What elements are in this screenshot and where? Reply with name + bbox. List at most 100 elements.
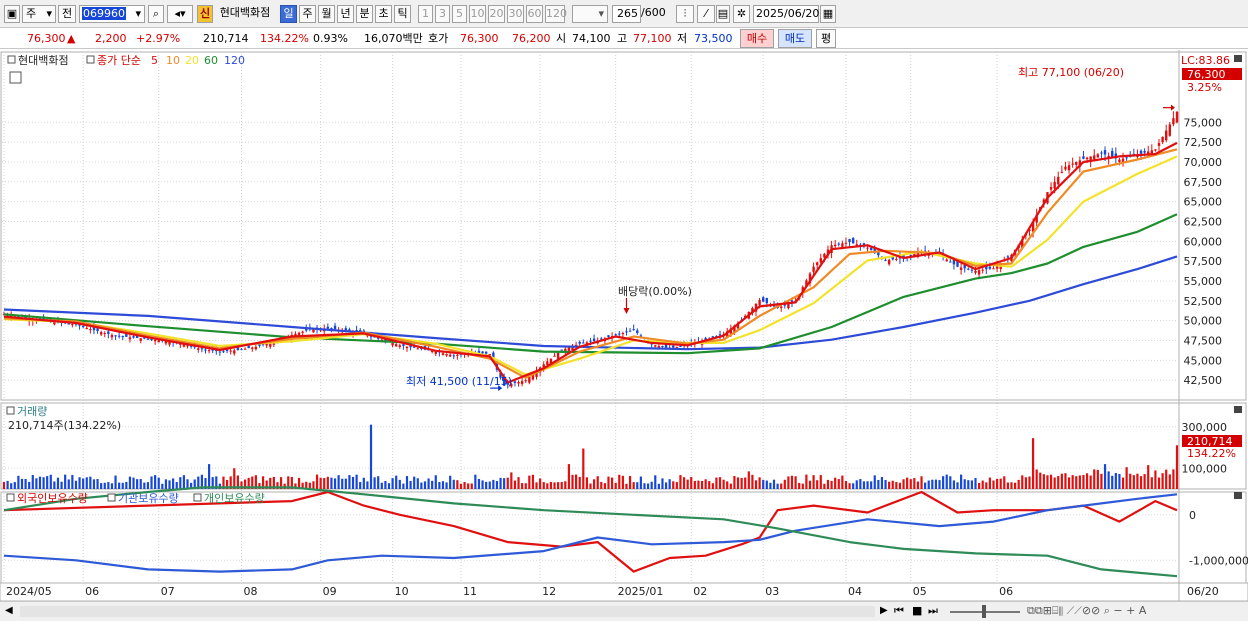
horizontal-scrollbar[interactable] — [20, 606, 875, 617]
volume-bar — [405, 476, 409, 489]
volume-bar — [1031, 438, 1035, 489]
volume-bar — [6, 480, 9, 489]
period-tab-3[interactable]: 년 — [337, 5, 354, 23]
search-icon[interactable]: ⌕ — [148, 5, 164, 23]
volume-bar — [107, 482, 110, 489]
candle-body — [344, 328, 348, 331]
layout-icons[interactable]: ⧉⧉⊞⌸⫴ ⟋⟋⊘⊘ ⌕ − + A — [1027, 604, 1146, 618]
prev-button[interactable]: 전 — [58, 5, 76, 23]
turnover: 0.93% — [313, 32, 348, 45]
period-tab-5[interactable]: 초 — [375, 5, 392, 23]
save-icon[interactable]: ▤ — [716, 5, 730, 23]
interval-tab-1[interactable]: 1 — [418, 5, 433, 23]
stock-code-input[interactable]: 069960 ▾ — [79, 5, 145, 23]
period-tab-0[interactable]: 일 — [280, 5, 297, 23]
high-annotation: 최고 77,100 (06/20) — [1018, 66, 1124, 79]
volume-bar — [524, 483, 527, 489]
volume-bar — [1078, 475, 1081, 489]
buy-button[interactable]: 매수 — [740, 29, 774, 48]
volume-bar — [315, 474, 319, 489]
speaker-icon[interactable]: ◂▾ — [167, 5, 193, 23]
chart-area[interactable]: 42,500 45,000 47,500 50,000 52,500 55,000 57,5… — [0, 50, 1248, 602]
interval-tab-20[interactable]: 20 — [488, 5, 505, 23]
type-select[interactable]: 주 ▾ — [22, 5, 56, 23]
candle-body — [1064, 166, 1067, 170]
scroll-right-icon[interactable]: ▶ — [880, 605, 888, 616]
candle-body — [815, 262, 819, 266]
volume-bar — [1121, 477, 1125, 489]
volume-bar — [330, 477, 333, 489]
rewind-icon[interactable]: ⏮ — [894, 604, 904, 618]
last-pct-tag: 3.25% — [1187, 81, 1222, 94]
gear-icon[interactable]: ✲ — [733, 5, 750, 23]
volume-bar — [729, 483, 732, 489]
volume-bar — [150, 476, 153, 489]
volume-bar — [693, 480, 696, 489]
volume-bar — [506, 477, 509, 489]
candle-type-icon[interactable]: ⫶ — [676, 5, 694, 23]
indicator-list-icon[interactable] — [9, 71, 22, 84]
volume-bar — [880, 477, 884, 489]
period-tab-4[interactable]: 분 — [356, 5, 373, 23]
period-tab-6[interactable]: 틱 — [394, 5, 411, 23]
volume-bar — [423, 481, 427, 489]
volume-bar — [1028, 476, 1031, 489]
window-menu-icon[interactable]: ▣ — [4, 5, 20, 23]
interval-dropdown[interactable]: ▾ — [572, 5, 608, 23]
fast-forward-icon[interactable]: ⏭ — [928, 604, 938, 618]
candle-body — [394, 344, 398, 347]
date-input[interactable]: 2025/06/20 — [753, 5, 819, 23]
period-tab-1[interactable]: 주 — [299, 5, 316, 23]
count-input[interactable]: 265 — [612, 5, 641, 23]
volume-bar — [650, 481, 653, 489]
volume-bar — [312, 481, 315, 489]
interval-tab-30[interactable]: 30 — [507, 5, 524, 23]
ma-label-120: 120 — [224, 54, 245, 67]
volume-bar — [373, 477, 376, 489]
volume-bar — [898, 482, 902, 489]
avg-button[interactable]: 평 — [816, 29, 836, 48]
volume-bar — [517, 477, 520, 489]
volume-bar — [38, 476, 42, 489]
volume-bar — [157, 477, 160, 489]
candle-body — [200, 348, 204, 350]
candle-body — [452, 355, 455, 357]
volume-bar — [672, 481, 675, 489]
interval-tab-3[interactable]: 3 — [435, 5, 450, 23]
volume-bar — [139, 479, 142, 489]
calendar-icon[interactable]: ▦ — [820, 5, 836, 23]
candle-body — [67, 323, 70, 325]
volume-bar — [182, 475, 186, 489]
interval-tab-60[interactable]: 60 — [526, 5, 543, 23]
volume-bar — [866, 481, 869, 489]
volume-bar — [103, 482, 106, 489]
candle-body — [416, 348, 419, 350]
volume-bar — [179, 477, 182, 489]
period-tab-2[interactable]: 월 — [318, 5, 335, 23]
interval-tab-10[interactable]: 10 — [469, 5, 486, 23]
volume-bar — [1035, 469, 1038, 489]
volume-bar — [942, 476, 945, 489]
volume-bar — [161, 483, 164, 489]
interval-tab-120[interactable]: 120 — [545, 5, 567, 23]
volume-bar — [790, 475, 794, 489]
volume-bar — [1139, 476, 1143, 489]
y-tick-label: 65,000 — [1184, 196, 1223, 209]
scroll-left-icon[interactable]: ◀ — [5, 605, 13, 616]
interval-tab-5[interactable]: 5 — [452, 5, 467, 23]
stock-chart[interactable]: 42,500 45,000 47,500 50,000 52,500 55,000 57,5… — [0, 50, 1248, 602]
volume-bar — [769, 482, 772, 489]
draw-tool-icon[interactable]: ⁄ — [697, 5, 715, 23]
volume-y-tick-label: 300,000 — [1182, 421, 1228, 434]
candle-body — [326, 326, 330, 329]
zoom-slider-handle[interactable] — [982, 605, 986, 618]
open-label: 시 — [556, 32, 567, 45]
lc-label: LC:83.86 — [1181, 54, 1230, 67]
candle-body — [243, 348, 247, 350]
candle-body — [251, 347, 254, 349]
stop-icon[interactable]: ■ — [912, 604, 922, 617]
volume-bar — [618, 474, 621, 489]
volume-bar — [1013, 482, 1017, 489]
sell-button[interactable]: 매도 — [778, 29, 812, 48]
volume-bar — [351, 476, 355, 489]
